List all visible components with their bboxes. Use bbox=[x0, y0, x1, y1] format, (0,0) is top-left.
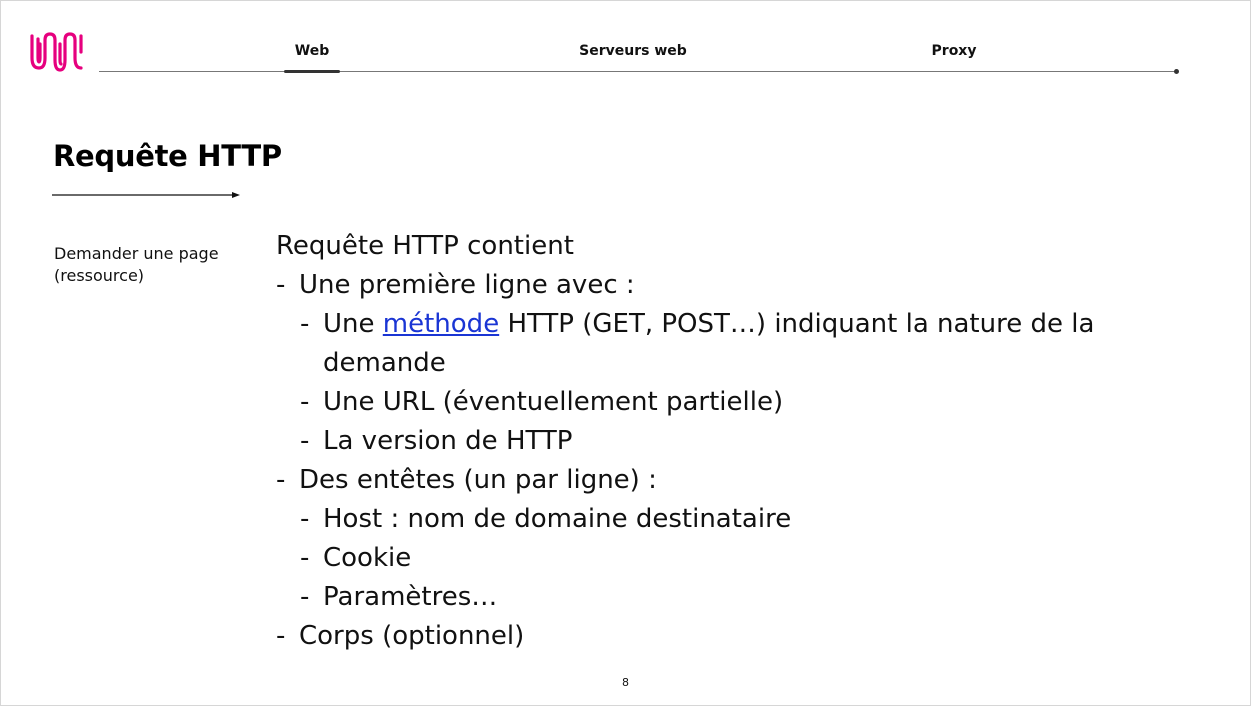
page-number: 8 bbox=[622, 676, 629, 689]
list-item: - La version de HTTP bbox=[276, 422, 1176, 461]
list-item-text: Des entêtes (un par ligne) : bbox=[299, 465, 657, 495]
intro-line: Requête HTTP contient bbox=[276, 231, 574, 261]
bullet-dash: - bbox=[300, 426, 310, 456]
methode-link[interactable]: méthode bbox=[383, 309, 499, 339]
brand-logo-icon bbox=[30, 32, 83, 72]
bullet-dash: - bbox=[276, 465, 286, 495]
slide-title: Requête HTTP bbox=[53, 139, 282, 173]
slide-body: Requête HTTP contient - Une première lign… bbox=[276, 227, 1176, 656]
nav-divider bbox=[99, 71, 1177, 72]
tab-serveurs-web[interactable]: Serveurs web bbox=[579, 43, 687, 59]
list-item-text: Une première ligne avec : bbox=[299, 270, 635, 300]
list-item: - Paramètres… bbox=[276, 578, 1176, 617]
list-item: - Host : nom de domaine destinataire bbox=[276, 500, 1176, 539]
list-item-text: Corps (optionnel) bbox=[299, 621, 525, 651]
arrow-right-icon bbox=[52, 192, 240, 198]
slide: Web Serveurs web Proxy Requête HTTP Dema… bbox=[0, 0, 1251, 706]
bullet-dash: - bbox=[300, 504, 310, 534]
list-item-text: Paramètres… bbox=[323, 582, 498, 612]
list-item-text: Une URL (éventuellement partielle) bbox=[323, 387, 784, 417]
tab-proxy[interactable]: Proxy bbox=[932, 43, 977, 59]
list-item: - Une méthode HTTP (GET, POST…) indiquant… bbox=[276, 305, 1176, 344]
bullet-dash: - bbox=[300, 387, 310, 417]
bullet-dash: - bbox=[300, 582, 310, 612]
list-item: - Une première ligne avec : bbox=[276, 266, 1176, 305]
list-item: - Corps (optionnel) bbox=[276, 617, 1176, 656]
side-note: Demander une page (ressource) bbox=[54, 244, 219, 285]
list-item-text: HTTP (GET, POST…) indiquant la nature de… bbox=[499, 309, 1095, 339]
list-item-text: Cookie bbox=[323, 543, 412, 573]
list-item: - Des entêtes (un par ligne) : bbox=[276, 461, 1176, 500]
bullet-dash: - bbox=[276, 270, 286, 300]
list-item-text: La version de HTTP bbox=[323, 426, 573, 456]
list-item: - Cookie bbox=[276, 539, 1176, 578]
tab-web[interactable]: Web bbox=[295, 43, 329, 59]
list-item-text: Une bbox=[323, 309, 383, 339]
bullet-dash: - bbox=[276, 621, 286, 651]
bullet-dash: - bbox=[300, 309, 310, 339]
list-item: - Une URL (éventuellement partielle) bbox=[276, 383, 1176, 422]
list-item-continuation: demande bbox=[323, 348, 446, 378]
nav-end-dot bbox=[1174, 69, 1179, 74]
bullet-dash: - bbox=[300, 543, 310, 573]
list-item-text: Host : nom de domaine destinataire bbox=[323, 504, 792, 534]
active-tab-indicator bbox=[284, 70, 340, 73]
